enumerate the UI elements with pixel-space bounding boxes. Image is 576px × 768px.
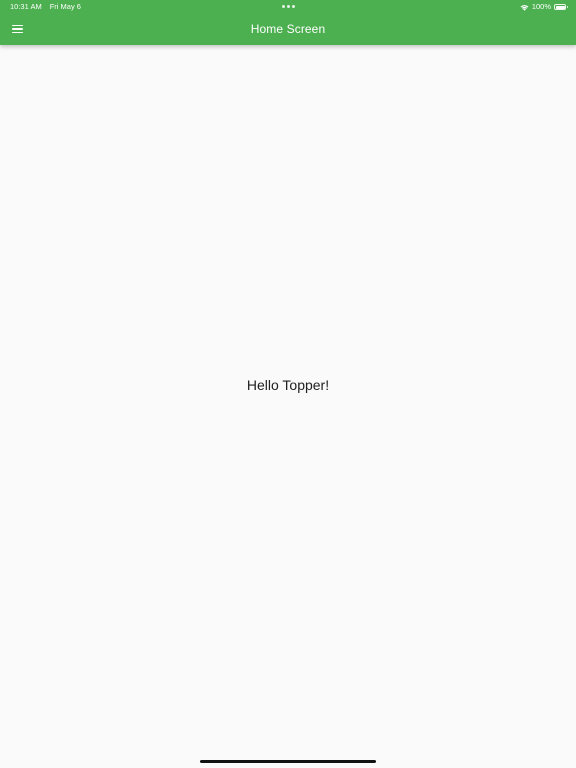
multitasking-dots-icon[interactable]	[282, 5, 295, 8]
app-header: 10:31 AM Fri May 6 100% Home Screen	[0, 0, 576, 45]
wifi-icon	[520, 4, 529, 11]
battery-percent: 100%	[531, 2, 551, 11]
battery-fill	[555, 5, 565, 9]
dot	[282, 5, 285, 8]
status-left: 10:31 AM Fri May 6	[10, 0, 81, 14]
home-indicator[interactable]	[200, 760, 376, 763]
page-title: Home Screen	[250, 22, 326, 36]
dot	[287, 5, 290, 8]
status-bar: 10:31 AM Fri May 6 100%	[0, 0, 576, 14]
battery-icon	[554, 4, 568, 10]
greeting-text: Hello Topper!	[246, 377, 330, 393]
status-right: 100%	[520, 0, 568, 14]
status-date: Fri May 6	[49, 2, 81, 11]
main-content: Hello Topper!	[0, 45, 576, 768]
toolbar: Home Screen	[0, 14, 576, 45]
app-screen: 10:31 AM Fri May 6 100% Home Screen Hell…	[0, 0, 576, 768]
dot	[292, 5, 295, 8]
status-time: 10:31 AM	[10, 2, 42, 11]
